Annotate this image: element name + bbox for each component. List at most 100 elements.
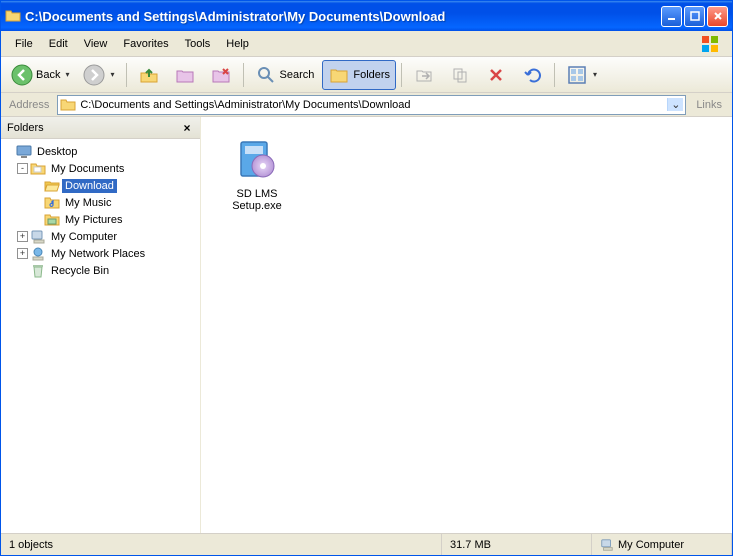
menubar: File Edit View Favorites Tools Help [1, 31, 732, 57]
network-places-icon [30, 246, 46, 262]
recycle-bin-icon [30, 263, 46, 279]
tree-label: Recycle Bin [48, 264, 112, 278]
tree-label: My Network Places [48, 247, 148, 261]
up-button[interactable] [132, 60, 166, 90]
minimize-button[interactable] [661, 6, 682, 27]
tree-item-mydocuments[interactable]: - My Documents [3, 160, 198, 177]
move-to-button[interactable] [407, 60, 441, 90]
sidebar-header: Folders × [1, 117, 200, 139]
move-to-icon [413, 64, 435, 86]
forward-arrow-icon [83, 64, 105, 86]
tree-label: Download [62, 179, 117, 193]
my-music-icon [44, 195, 60, 211]
file-label: SD LMS Setup.exe [216, 188, 298, 212]
folders-sidebar: Folders × Desktop - My Documents Do [1, 117, 201, 533]
views-icon [566, 64, 588, 86]
copy-to-icon [449, 64, 471, 86]
search-button[interactable]: Search [249, 60, 321, 90]
installer-icon [233, 136, 281, 184]
separator [243, 63, 244, 87]
views-button[interactable]: ▾ [560, 60, 603, 90]
search-icon [255, 64, 277, 86]
status-objects: 1 objects [1, 534, 442, 555]
window-title: C:\Documents and Settings\Administrator\… [25, 9, 661, 24]
links-button[interactable]: Links [690, 99, 728, 111]
delete-button[interactable] [479, 60, 513, 90]
tree-label: My Music [62, 196, 114, 210]
menu-edit[interactable]: Edit [41, 35, 76, 53]
tree-item-download[interactable]: Download [3, 177, 198, 194]
menu-favorites[interactable]: Favorites [115, 35, 176, 53]
undo-button[interactable] [515, 60, 549, 90]
address-input-wrapper[interactable]: ⌄ [57, 95, 686, 115]
my-documents-icon [30, 161, 46, 177]
address-input[interactable] [80, 99, 663, 111]
chevron-down-icon: ▾ [110, 70, 114, 79]
folders-label: Folders [353, 69, 390, 81]
tree-label: Desktop [34, 145, 80, 159]
collapse-icon[interactable]: - [17, 163, 28, 174]
expand-icon[interactable]: + [17, 248, 28, 259]
maximize-button[interactable] [684, 6, 705, 27]
tree-item-recyclebin[interactable]: Recycle Bin [3, 262, 198, 279]
search-label: Search [280, 69, 315, 81]
my-computer-icon [30, 229, 46, 245]
status-location-label: My Computer [618, 539, 684, 551]
explorer-window: C:\Documents and Settings\Administrator\… [0, 0, 733, 556]
folder-open-icon [5, 8, 21, 24]
tree-label: My Computer [48, 230, 120, 244]
forward-button[interactable]: ▾ [77, 60, 120, 90]
windows-logo-icon [696, 34, 728, 54]
close-button[interactable] [707, 6, 728, 27]
content-area: Folders × Desktop - My Documents Do [1, 117, 732, 533]
folder-cancel-icon [210, 64, 232, 86]
status-location: My Computer [592, 534, 732, 555]
window-controls [661, 6, 728, 27]
menu-help[interactable]: Help [218, 35, 257, 53]
sidebar-close-button[interactable]: × [180, 121, 194, 135]
folder-tree[interactable]: Desktop - My Documents Download My Music [1, 139, 200, 533]
sidebar-title: Folders [7, 122, 44, 134]
statusbar: 1 objects 31.7 MB My Computer [1, 533, 732, 555]
back-label: Back [36, 69, 60, 81]
expand-icon[interactable]: + [17, 231, 28, 242]
folder-up-icon [138, 64, 160, 86]
desktop-icon [16, 144, 32, 160]
separator [401, 63, 402, 87]
toolbar: Back ▾ ▾ Search Folders [1, 57, 732, 93]
tree-item-mymusic[interactable]: My Music [3, 194, 198, 211]
tree-item-mypictures[interactable]: My Pictures [3, 211, 198, 228]
separator [554, 63, 555, 87]
undo-icon [521, 64, 543, 86]
tree-label: My Pictures [62, 213, 125, 227]
folders-button[interactable]: Folders [322, 60, 396, 90]
separator [126, 63, 127, 87]
folder-cancel-button[interactable] [204, 60, 238, 90]
address-dropdown-icon[interactable]: ⌄ [667, 98, 683, 111]
address-label: Address [5, 99, 53, 111]
addressbar: Address ⌄ Links [1, 93, 732, 117]
chevron-down-icon: ▾ [593, 70, 597, 79]
back-button[interactable]: Back ▾ [5, 60, 75, 90]
folders-icon [328, 64, 350, 86]
tree-item-desktop[interactable]: Desktop [3, 143, 198, 160]
tree-item-mycomputer[interactable]: + My Computer [3, 228, 198, 245]
file-pane[interactable]: SD LMS Setup.exe [201, 117, 732, 533]
menu-view[interactable]: View [76, 35, 116, 53]
delete-icon [485, 64, 507, 86]
tree-item-mynetwork[interactable]: + My Network Places [3, 245, 198, 262]
status-size: 31.7 MB [442, 534, 592, 555]
menu-tools[interactable]: Tools [177, 35, 219, 53]
tree-label: My Documents [48, 162, 127, 176]
file-item[interactable]: SD LMS Setup.exe [209, 129, 305, 219]
titlebar[interactable]: C:\Documents and Settings\Administrator\… [1, 1, 732, 31]
chevron-down-icon: ▾ [65, 70, 69, 79]
folder-open-icon [60, 97, 76, 113]
menu-file[interactable]: File [7, 35, 41, 53]
folder-sync-icon [174, 64, 196, 86]
copy-to-button[interactable] [443, 60, 477, 90]
my-computer-icon [600, 538, 614, 552]
folder-open-icon [44, 178, 60, 194]
my-pictures-icon [44, 212, 60, 228]
folder-sync-button[interactable] [168, 60, 202, 90]
